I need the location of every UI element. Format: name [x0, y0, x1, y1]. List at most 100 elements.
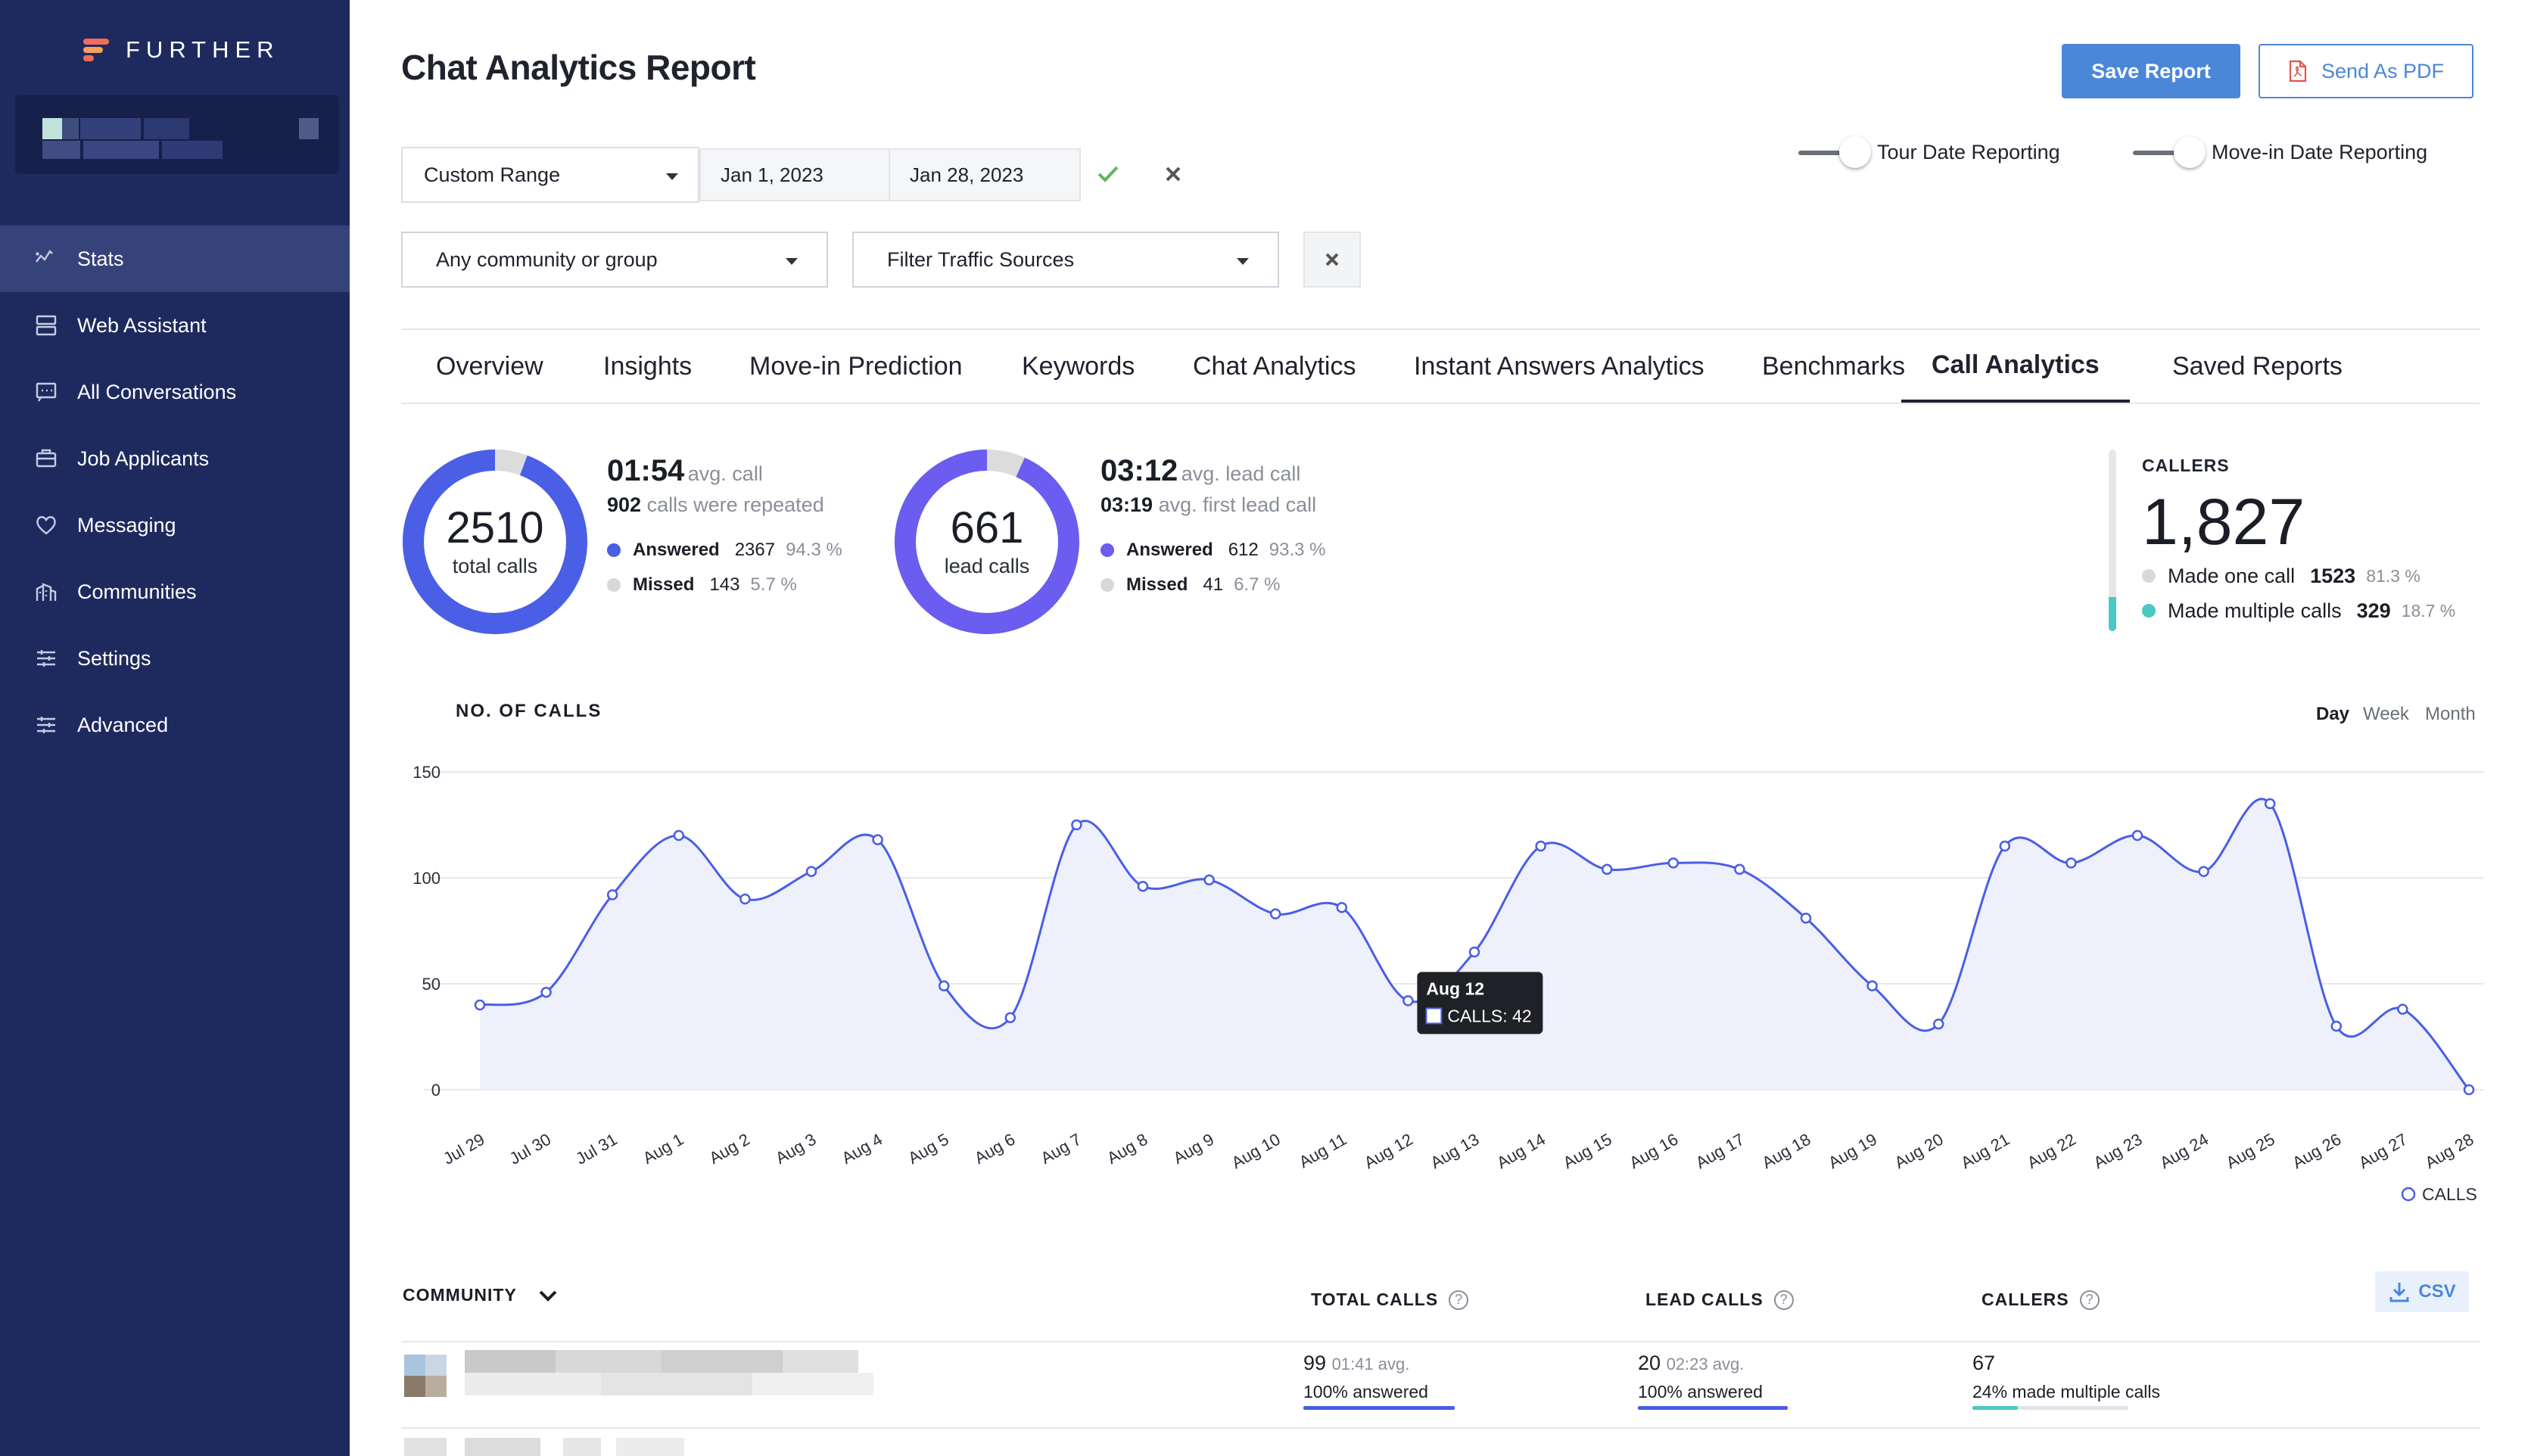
sidebar-item-settings[interactable]: Settings [0, 625, 350, 692]
sidebar-item-web-assistant[interactable]: Web Assistant [0, 292, 350, 359]
end-date-input[interactable]: Jan 28, 2023 [889, 148, 1081, 201]
data-point-aug-4 [872, 834, 883, 845]
toggle-switch[interactable] [2133, 135, 2206, 168]
lead-calls-count: 661 [950, 502, 1024, 552]
data-point-aug-19 [1866, 980, 1878, 992]
tab-insights[interactable]: Insights [603, 330, 692, 403]
toggle-switch[interactable] [1798, 135, 1871, 168]
tab-instant-answers-analytics[interactable]: Instant Answers Analytics [1414, 330, 1704, 403]
lead-missed-label: Missed [1126, 574, 1188, 595]
csv-download-button[interactable]: CSV [2375, 1271, 2469, 1312]
traffic-source-select-value: Filter Traffic Sources [887, 247, 1075, 271]
tooltip-value: CALLS: 42 [1447, 1006, 1531, 1025]
sidebar-item-advanced[interactable]: Advanced [0, 692, 350, 758]
data-point-aug-24 [2198, 866, 2209, 877]
data-point-aug-25 [2264, 798, 2276, 810]
heart-icon [33, 512, 59, 538]
data-point-aug-9 [1203, 874, 1215, 886]
sidebar-item-stats[interactable]: Stats [0, 226, 350, 292]
x-tick-label: Aug 6 [971, 1130, 1018, 1168]
sidebar-item-all-conversations[interactable]: All Conversations [0, 359, 350, 425]
sidebar-item-label: Settings [77, 646, 151, 670]
data-point-aug-22 [2066, 857, 2077, 869]
brand-name: FURTHER [126, 36, 280, 63]
chart-title: NO. OF CALLS [456, 701, 602, 721]
save-report-button[interactable]: Save Report [2062, 44, 2240, 98]
x-tick-label: Aug 4 [839, 1130, 886, 1168]
chevron-down-icon [1237, 258, 1249, 265]
data-point-aug-16 [1667, 857, 1680, 869]
clear-filters-button[interactable] [1303, 232, 1361, 288]
x-tick-label: Aug 13 [1427, 1130, 1483, 1173]
data-point-aug-7 [1071, 819, 1082, 831]
tab-saved-reports[interactable]: Saved Reports [2172, 330, 2343, 403]
sidebar-item-job-applicants[interactable]: Job Applicants [0, 425, 350, 492]
tab-overview[interactable]: Overview [436, 330, 543, 403]
data-point-aug-2 [739, 893, 751, 905]
sidebar-item-messaging[interactable]: Messaging [0, 492, 350, 558]
data-point-jul-29 [474, 999, 486, 1011]
total-calls-column-header[interactable]: TOTAL CALLS ? [1311, 1290, 1469, 1310]
x-tick-label: Aug 7 [1038, 1130, 1085, 1168]
community-column-header[interactable]: COMMUNITY [403, 1285, 558, 1305]
lead-answered-pct: 93.3 % [1269, 540, 1326, 560]
granularity-day[interactable]: Day [2316, 704, 2349, 725]
callers-bar [2109, 450, 2116, 631]
tab-call-analytics[interactable]: Call Analytics [1901, 330, 2130, 403]
clear-dates-close-icon[interactable] [1160, 160, 1187, 188]
help-icon[interactable]: ? [2079, 1290, 2100, 1310]
multi-call-pct: 18.7 % [2401, 600, 2456, 621]
lead-calls-column-header[interactable]: LEAD CALLS ? [1645, 1290, 1794, 1310]
close-icon [1325, 253, 1339, 266]
data-point-aug-5 [938, 980, 950, 992]
x-tick-label: Aug 3 [772, 1130, 819, 1168]
start-date-input[interactable]: Jan 1, 2023 [699, 148, 890, 201]
range-select-value: Custom Range [424, 163, 561, 186]
community-select[interactable]: Any community or group [401, 232, 828, 288]
granularity-week[interactable]: Week [2363, 704, 2409, 725]
help-icon[interactable]: ? [1449, 1290, 1469, 1310]
callers-column-header[interactable]: CALLERS ? [1982, 1290, 2100, 1310]
tab-benchmarks[interactable]: Benchmarks [1762, 330, 1905, 403]
lead-answered-legend: Answered 612 93.3 % [1101, 533, 1325, 568]
data-point-jul-31 [606, 889, 618, 901]
send-as-pdf-button[interactable]: Send As PDF [2259, 44, 2473, 98]
tab-keywords[interactable]: Keywords [1022, 330, 1135, 403]
x-tick-label: Jul 30 [506, 1130, 554, 1168]
sidebar-item-communities[interactable]: Communities [0, 558, 350, 625]
community-header-label: COMMUNITY [403, 1285, 517, 1305]
callers-summary: CALLERS 1,827 Made one call 1523 81.3 % … [2142, 456, 2455, 628]
traffic-source-select[interactable]: Filter Traffic Sources [852, 232, 1279, 288]
x-tick-label: Aug 10 [1228, 1130, 1284, 1173]
account-selector[interactable] [15, 95, 339, 174]
apply-checkmark-icon[interactable] [1094, 160, 1122, 188]
data-point-aug-3 [805, 866, 817, 877]
legend-marker-icon [2401, 1187, 2416, 1202]
send-as-pdf-label: Send As PDF [2321, 59, 2445, 82]
data-point-jul-30 [540, 986, 552, 998]
range-select[interactable]: Custom Range [401, 147, 699, 203]
tooltip-swatch-icon [1425, 1007, 1443, 1025]
callers-multiple-bar [1972, 1406, 2018, 1410]
x-tick-label: Jul 31 [572, 1130, 620, 1168]
help-icon[interactable]: ? [1773, 1290, 1794, 1310]
granularity-month[interactable]: Month [2425, 704, 2476, 725]
data-point-aug-20 [1932, 1018, 1944, 1030]
x-tick-label: Aug 18 [1759, 1130, 1814, 1173]
tour-date-label: Tour Date Reporting [1877, 141, 2060, 163]
y-tick-label: 150 [412, 763, 441, 782]
callers-single-bar [2018, 1406, 2128, 1410]
brand-logo[interactable]: FURTHER [83, 33, 280, 67]
callers-heading: CALLERS [2142, 456, 2230, 475]
x-tick-label: Aug 20 [1891, 1130, 1947, 1173]
tab-chat-analytics[interactable]: Chat Analytics [1193, 330, 1356, 403]
move-in-date-toggle[interactable]: Move-in Date Reporting [2133, 135, 2427, 168]
y-tick-label: 50 [422, 975, 441, 994]
x-tick-label: Aug 12 [1361, 1130, 1416, 1173]
tour-date-toggle[interactable]: Tour Date Reporting [1798, 135, 2060, 168]
lead-missed-count: 41 [1203, 574, 1224, 595]
multi-call-legend: Made multiple calls 329 18.7 % [2142, 593, 2455, 628]
lead-missed-pct: 6.7 % [1234, 574, 1281, 595]
tab-move-in-prediction[interactable]: Move-in Prediction [749, 330, 963, 403]
further-logo-icon [83, 37, 109, 63]
